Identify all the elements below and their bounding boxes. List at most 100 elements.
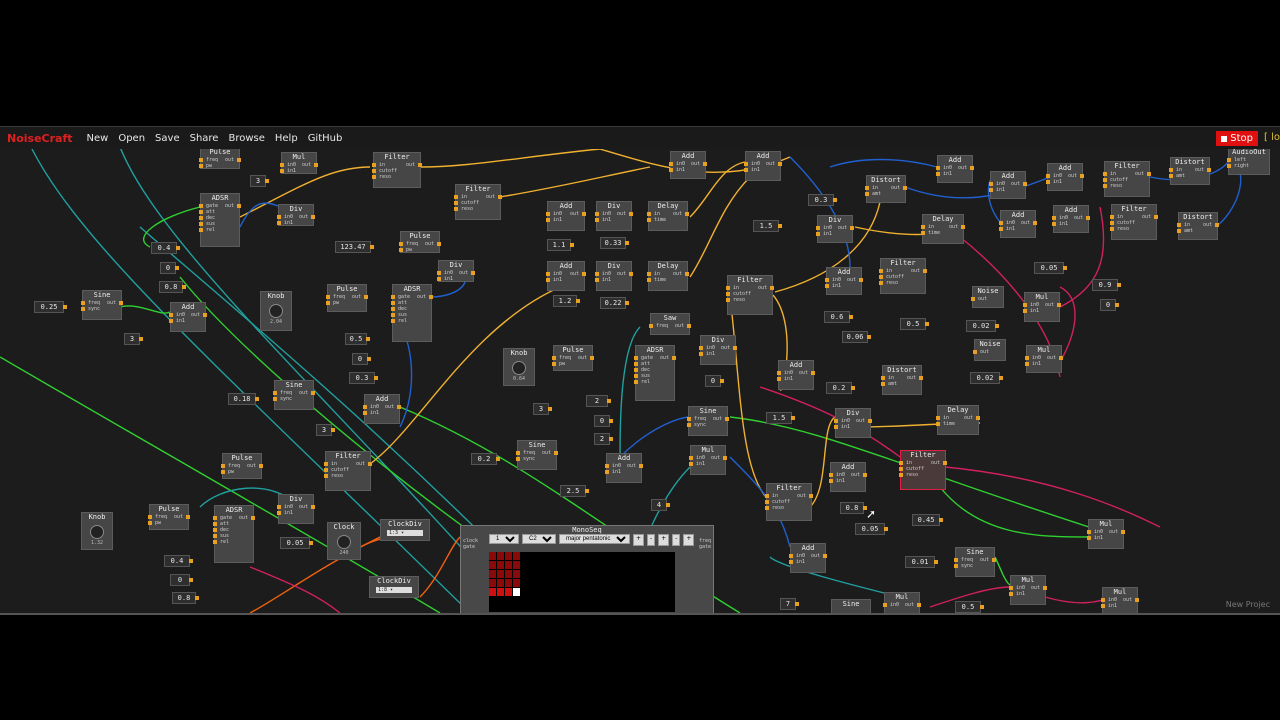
menu-new[interactable]: New [87, 133, 109, 144]
input-port[interactable]: in1 [796, 559, 805, 565]
port-jack[interactable] [81, 307, 85, 311]
port-jack[interactable] [625, 241, 629, 245]
port-jack[interactable] [582, 272, 586, 276]
output-port[interactable]: out [617, 271, 626, 277]
node-div[interactable]: Div in0 out in1 [277, 204, 315, 226]
port-jack[interactable] [437, 277, 441, 281]
node-filter[interactable]: Filter in out cutoff reso [454, 184, 502, 220]
constant-node[interactable]: 0.06 [842, 331, 871, 343]
port-jack[interactable] [213, 540, 217, 544]
port-jack[interactable] [1023, 182, 1027, 186]
port-jack[interactable] [176, 246, 180, 250]
port-jack[interactable] [605, 470, 609, 474]
output-port[interactable]: out [847, 277, 856, 283]
input-port[interactable]: pw [206, 163, 212, 169]
input-port[interactable]: rel [220, 539, 229, 545]
output-port[interactable]: out [459, 270, 468, 276]
node-add[interactable]: Add in0 out in1 [744, 151, 782, 181]
input-port[interactable]: pw [559, 361, 565, 367]
port-jack[interactable] [825, 278, 829, 282]
port-jack[interactable] [625, 301, 629, 305]
output-port[interactable]: out [673, 211, 682, 217]
node-filter[interactable]: Filter in out cutoff reso [1103, 161, 1151, 197]
port-jack[interactable] [189, 559, 193, 563]
port-jack[interactable] [213, 528, 217, 532]
input-port[interactable]: reso [461, 206, 473, 212]
output-port[interactable]: out [811, 553, 820, 559]
output-port[interactable]: out [1135, 171, 1144, 177]
octave-plus-button[interactable]: + [633, 534, 645, 546]
port-jack[interactable] [829, 473, 833, 477]
output-port[interactable]: out [425, 241, 434, 247]
port-jack[interactable] [789, 554, 793, 558]
output-port[interactable]: out [931, 460, 940, 466]
port-jack[interactable] [980, 605, 984, 609]
port-jack[interactable] [634, 380, 638, 384]
port-jack[interactable] [936, 422, 940, 426]
port-jack[interactable] [175, 266, 179, 270]
node-filter[interactable]: Filter in out cutoff reso [879, 258, 927, 294]
output-port[interactable]: out [1031, 585, 1040, 591]
port-jack[interactable] [391, 319, 395, 323]
node-add[interactable]: Add in0 out in1 [669, 151, 707, 179]
port-jack[interactable] [454, 195, 458, 199]
scale-select[interactable]: major pentatonic [559, 534, 630, 544]
input-port[interactable]: in1 [706, 351, 715, 357]
port-jack[interactable] [744, 168, 748, 172]
sequencer-cell[interactable] [505, 570, 512, 578]
port-jack[interactable] [496, 457, 500, 461]
node-clockdiv[interactable]: ClockDiv 1:8 ▾ [369, 576, 419, 598]
port-jack[interactable] [1207, 168, 1211, 172]
constant-node[interactable]: 1.1 [547, 239, 574, 251]
port-jack[interactable] [825, 284, 829, 288]
port-jack[interactable] [516, 451, 520, 455]
node-filter[interactable]: Filter in out cutoff reso [726, 275, 774, 315]
node-saw[interactable]: Saw freq out [649, 313, 691, 335]
output-port[interactable]: out [174, 514, 183, 520]
port-jack[interactable] [363, 411, 367, 415]
port-jack[interactable] [917, 603, 921, 607]
output-port[interactable]: out [570, 211, 579, 217]
constant-node[interactable]: 1.5 [753, 220, 782, 232]
port-jack[interactable] [689, 462, 693, 466]
output-port[interactable]: out [675, 323, 684, 329]
port-jack[interactable] [280, 169, 284, 173]
constant-node[interactable]: 2 [586, 395, 611, 407]
input-port[interactable]: pw [155, 520, 161, 526]
port-jack[interactable] [865, 186, 869, 190]
port-jack[interactable] [829, 479, 833, 483]
port-jack[interactable] [199, 210, 203, 214]
port-jack[interactable] [1052, 222, 1056, 226]
node-adsr[interactable]: ADSR gate out att dec sus rel [199, 193, 241, 247]
port-jack[interactable] [363, 405, 367, 409]
node-mul[interactable]: Mul in0 out in1 [1087, 519, 1125, 549]
input-port[interactable]: rel [206, 227, 215, 233]
input-port[interactable]: in1 [823, 231, 832, 237]
port-jack[interactable] [199, 164, 203, 168]
port-jack[interactable] [770, 286, 774, 290]
monoseq-node[interactable]: MonoSeq 1 C2 major pentatonic + - + - + … [460, 525, 714, 613]
port-jack[interactable] [859, 278, 863, 282]
node-distort[interactable]: Distort in out amt [1169, 157, 1211, 185]
port-jack[interactable] [973, 350, 977, 354]
sequencer-cell[interactable] [513, 588, 520, 596]
pattern-extend-button[interactable]: + [683, 534, 695, 546]
node-adsr[interactable]: ADSR gate out att dec sus rel [634, 345, 676, 401]
input-port[interactable]: in1 [832, 283, 841, 289]
input-port[interactable]: sync [694, 422, 706, 428]
port-jack[interactable] [939, 518, 943, 522]
port-jack[interactable] [546, 272, 550, 276]
port-jack[interactable] [213, 522, 217, 526]
app-logo[interactable]: NoiseCraft [7, 132, 73, 145]
constant-node[interactable]: 0.01 [905, 556, 938, 568]
sequencer-cell[interactable] [513, 561, 520, 569]
clock-division-select[interactable]: 1:8 ▾ [376, 587, 412, 593]
input-port[interactable]: in1 [553, 277, 562, 283]
input-port[interactable]: reso [331, 473, 343, 479]
sequencer-cell[interactable] [513, 570, 520, 578]
node-mul[interactable]: Mul in0 out in1 [1025, 345, 1063, 373]
port-jack[interactable] [213, 516, 217, 520]
output-port[interactable]: out [891, 185, 900, 191]
constant-node[interactable]: 0.8 [840, 502, 867, 514]
port-jack[interactable] [954, 558, 958, 562]
